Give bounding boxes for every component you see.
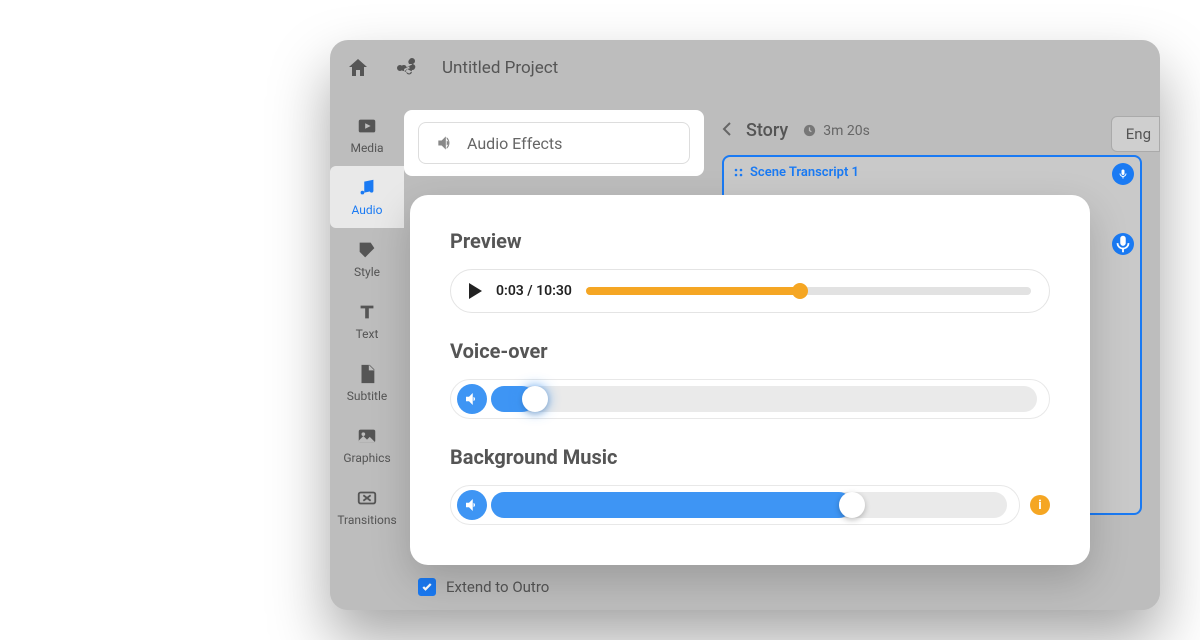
graphics-icon	[356, 425, 378, 447]
sidebar-item-label: Graphics	[343, 451, 390, 465]
extend-checkbox[interactable]	[418, 578, 436, 596]
sidebar-item-style[interactable]: Style	[330, 228, 404, 290]
voiceover-thumb[interactable]	[522, 386, 548, 412]
back-chevron-icon[interactable]	[722, 121, 732, 141]
sidebar-item-audio[interactable]: Audio	[330, 166, 404, 228]
voice-badge-icon[interactable]	[1112, 233, 1134, 255]
audio-effects-highlight: Audio Effects	[404, 110, 704, 176]
bgm-heading: Background Music	[450, 445, 1050, 469]
speaker-icon	[435, 133, 455, 153]
voiceover-slider[interactable]	[450, 379, 1050, 419]
time-label: 0:03 / 10:30	[496, 283, 572, 299]
bgm-slider[interactable]	[450, 485, 1020, 525]
sidebar-item-label: Subtitle	[347, 389, 388, 403]
time-sep: /	[524, 283, 536, 299]
home-icon[interactable]	[346, 56, 370, 80]
audio-effects-button[interactable]: Audio Effects	[418, 122, 690, 164]
sidebar-item-graphics[interactable]: Graphics	[330, 414, 404, 476]
time-current: 0:03	[496, 283, 524, 299]
play-button[interactable]	[469, 283, 482, 299]
share-icon[interactable]	[394, 56, 418, 80]
story-title[interactable]: Story	[746, 120, 788, 141]
clock-icon	[802, 123, 817, 138]
preview-progress-fill	[586, 287, 800, 295]
sidebar-item-text[interactable]: Text	[330, 290, 404, 352]
project-title: Untitled Project	[442, 58, 558, 78]
sidebar-item-label: Audio	[352, 203, 383, 217]
sidebar-item-label: Transitions	[337, 513, 396, 527]
drag-handle-icon[interactable]	[734, 168, 744, 178]
duration-row: 3m 20s	[802, 123, 870, 139]
preview-progress-thumb[interactable]	[792, 283, 808, 299]
sidebar-item-transitions[interactable]: Transitions	[330, 476, 404, 538]
bgm-track[interactable]	[491, 492, 1007, 518]
preview-progress[interactable]	[586, 287, 1031, 295]
topbar: Untitled Project	[330, 40, 1160, 96]
story-header: Story 3m 20s	[722, 120, 1142, 141]
bgm-thumb[interactable]	[839, 492, 865, 518]
bgm-fill	[491, 492, 852, 518]
text-icon	[356, 301, 378, 323]
sidebar-item-media[interactable]: Media	[330, 104, 404, 166]
extend-label: Extend to Outro	[446, 578, 549, 596]
sidebar-item-subtitle[interactable]: Subtitle	[330, 352, 404, 414]
voiceover-track[interactable]	[491, 386, 1037, 412]
transitions-icon	[356, 487, 378, 509]
preview-player: 0:03 / 10:30	[450, 269, 1050, 313]
voice-badge-icon[interactable]	[1112, 163, 1134, 185]
volume-icon[interactable]	[457, 490, 487, 520]
voiceover-heading: Voice-over	[450, 339, 1050, 363]
sidebar: Media Audio Style Text Subtitle Graphics…	[330, 96, 404, 610]
duration-text: 3m 20s	[823, 123, 870, 139]
audio-effects-label: Audio Effects	[467, 134, 562, 153]
info-icon[interactable]: i	[1030, 495, 1050, 515]
time-total: 10:30	[536, 283, 572, 299]
style-icon	[356, 239, 378, 261]
scene-label: Scene Transcript 1	[734, 165, 1130, 180]
language-selector[interactable]: Eng	[1111, 116, 1160, 152]
media-icon	[356, 115, 378, 137]
subtitle-icon	[356, 363, 378, 385]
volume-icon[interactable]	[457, 384, 487, 414]
preview-heading: Preview	[450, 229, 1050, 253]
scene-label-text: Scene Transcript 1	[750, 165, 859, 180]
audio-icon	[356, 177, 378, 199]
sidebar-item-label: Text	[356, 327, 379, 341]
extend-to-outro-row[interactable]: Extend to Outro	[418, 578, 549, 596]
sidebar-item-label: Style	[354, 265, 380, 279]
audio-effects-popover: Preview 0:03 / 10:30 Voice-over Backgrou…	[410, 195, 1090, 565]
sidebar-item-label: Media	[350, 141, 383, 155]
